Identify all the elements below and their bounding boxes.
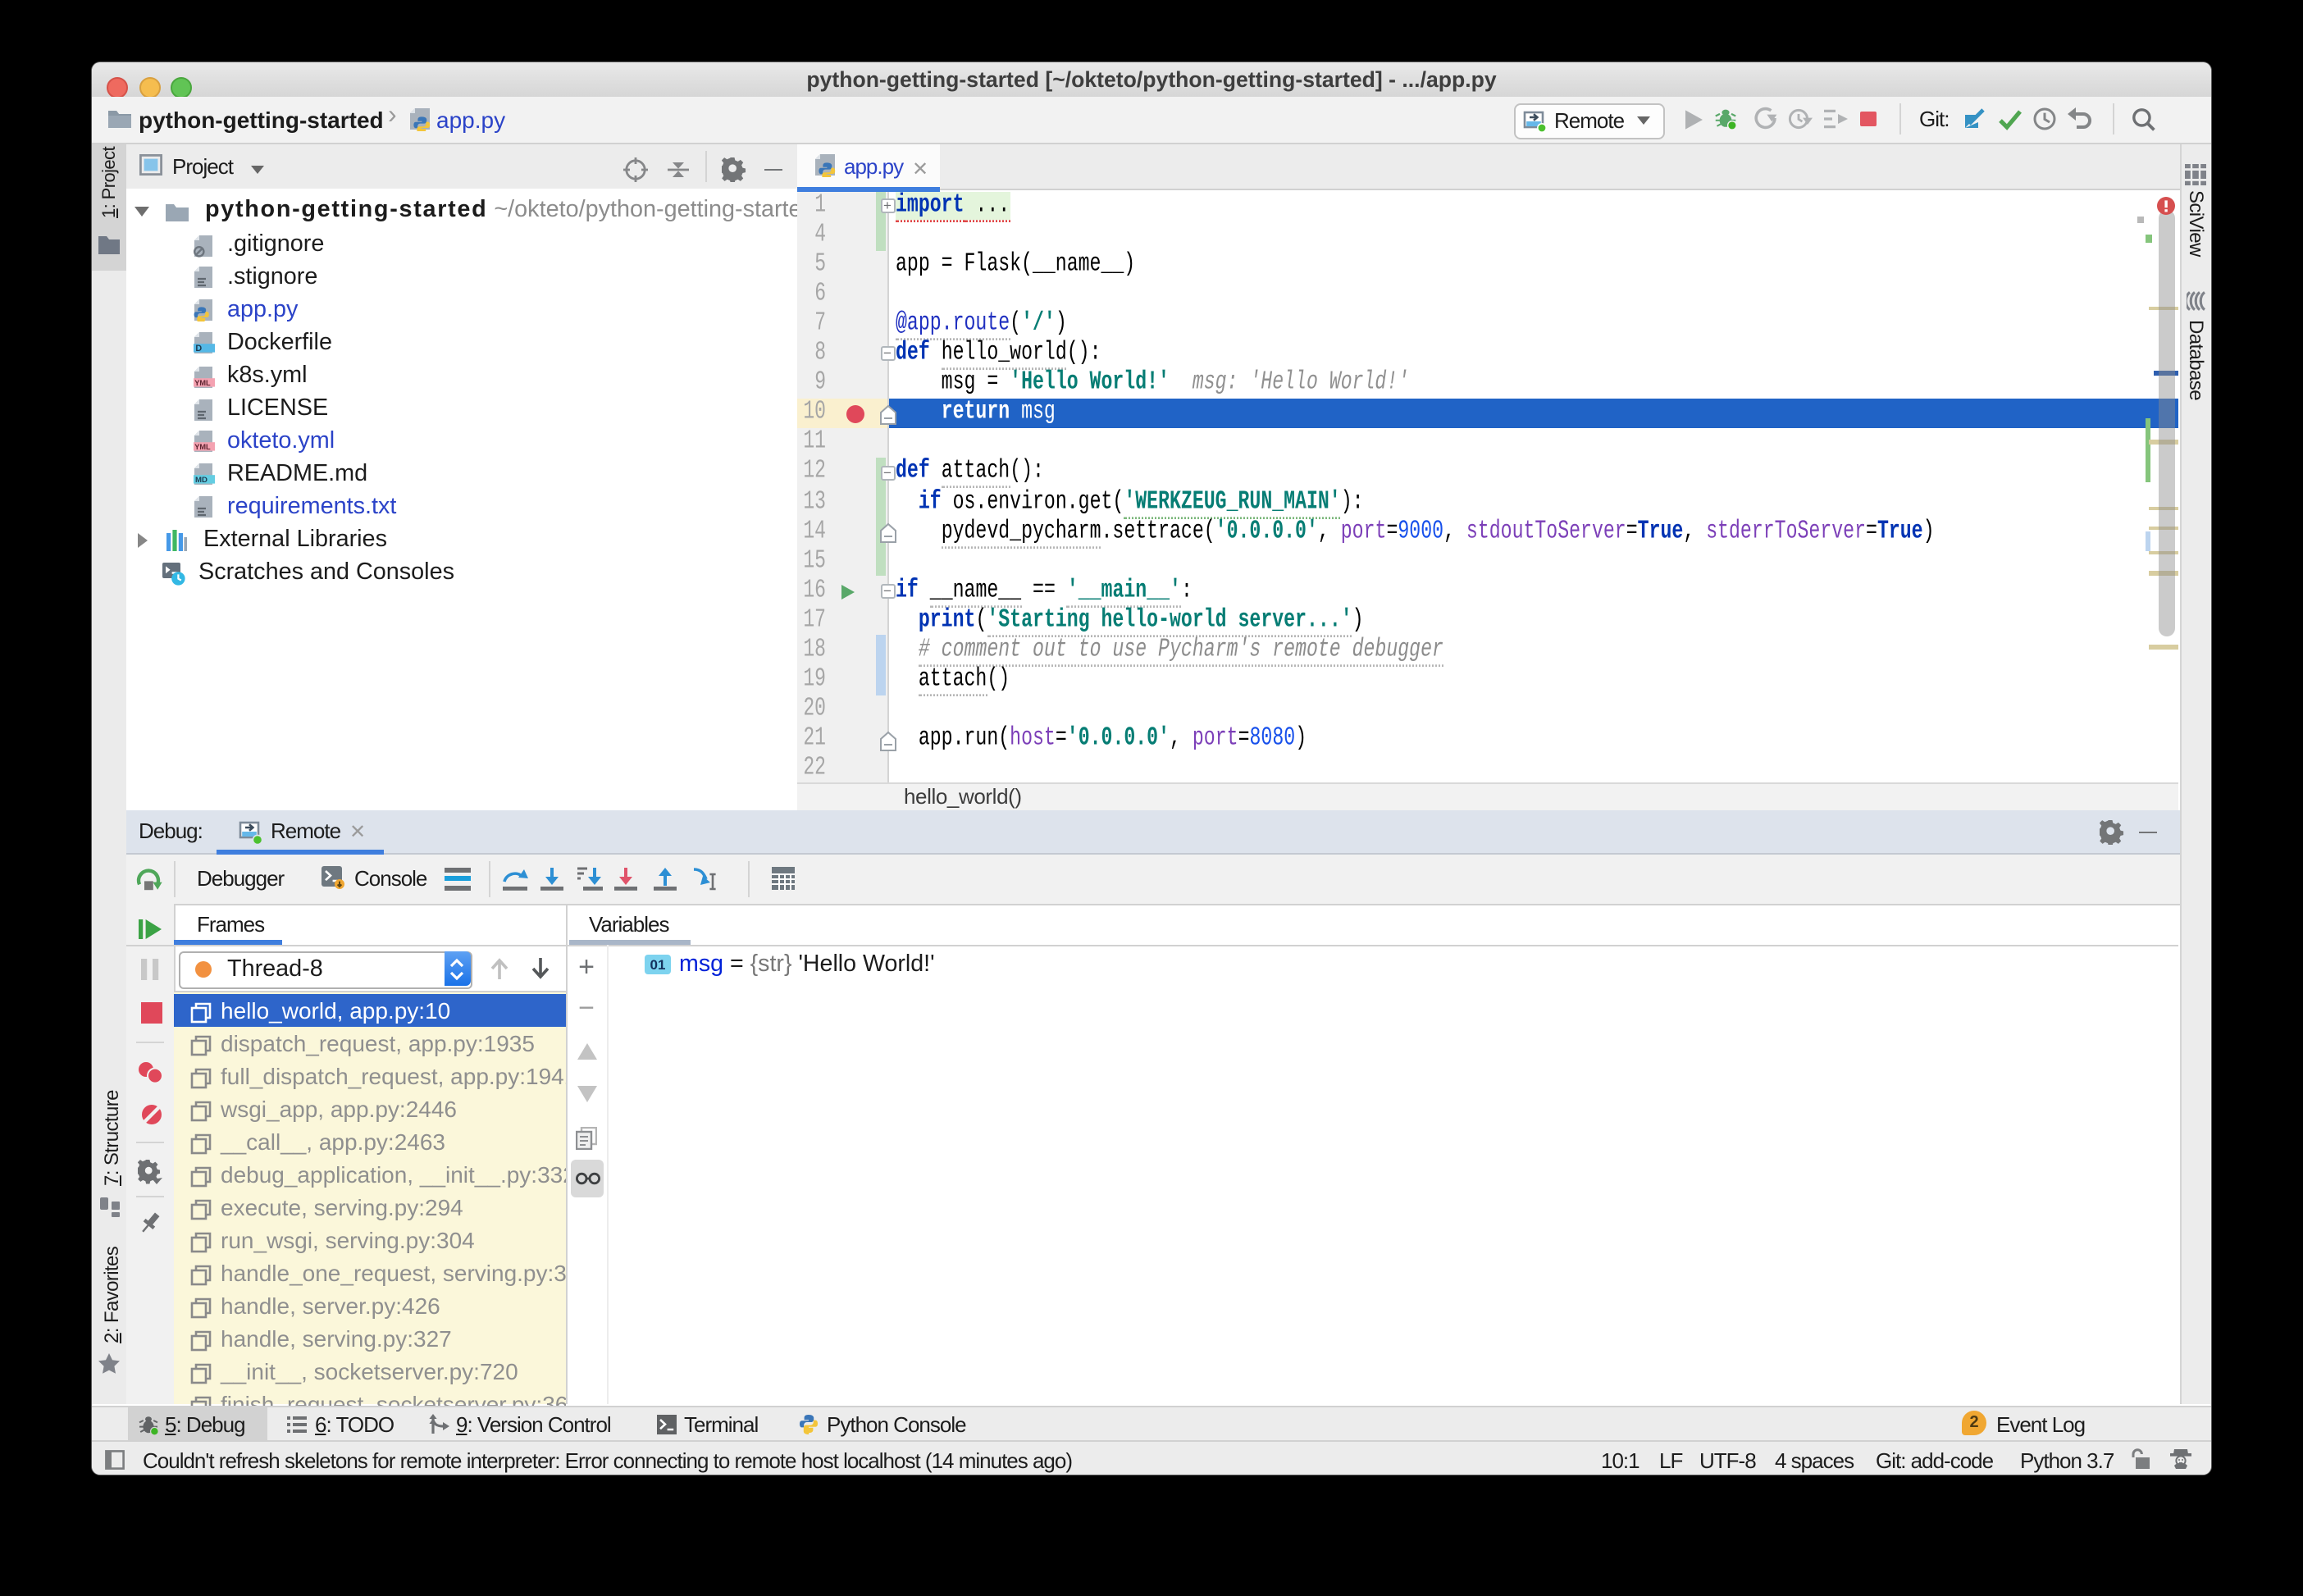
svg-text:D: D — [194, 344, 201, 353]
svg-text:MD: MD — [194, 476, 207, 485]
svg-text:YML: YML — [194, 443, 210, 451]
svg-text:YML: YML — [194, 378, 210, 386]
